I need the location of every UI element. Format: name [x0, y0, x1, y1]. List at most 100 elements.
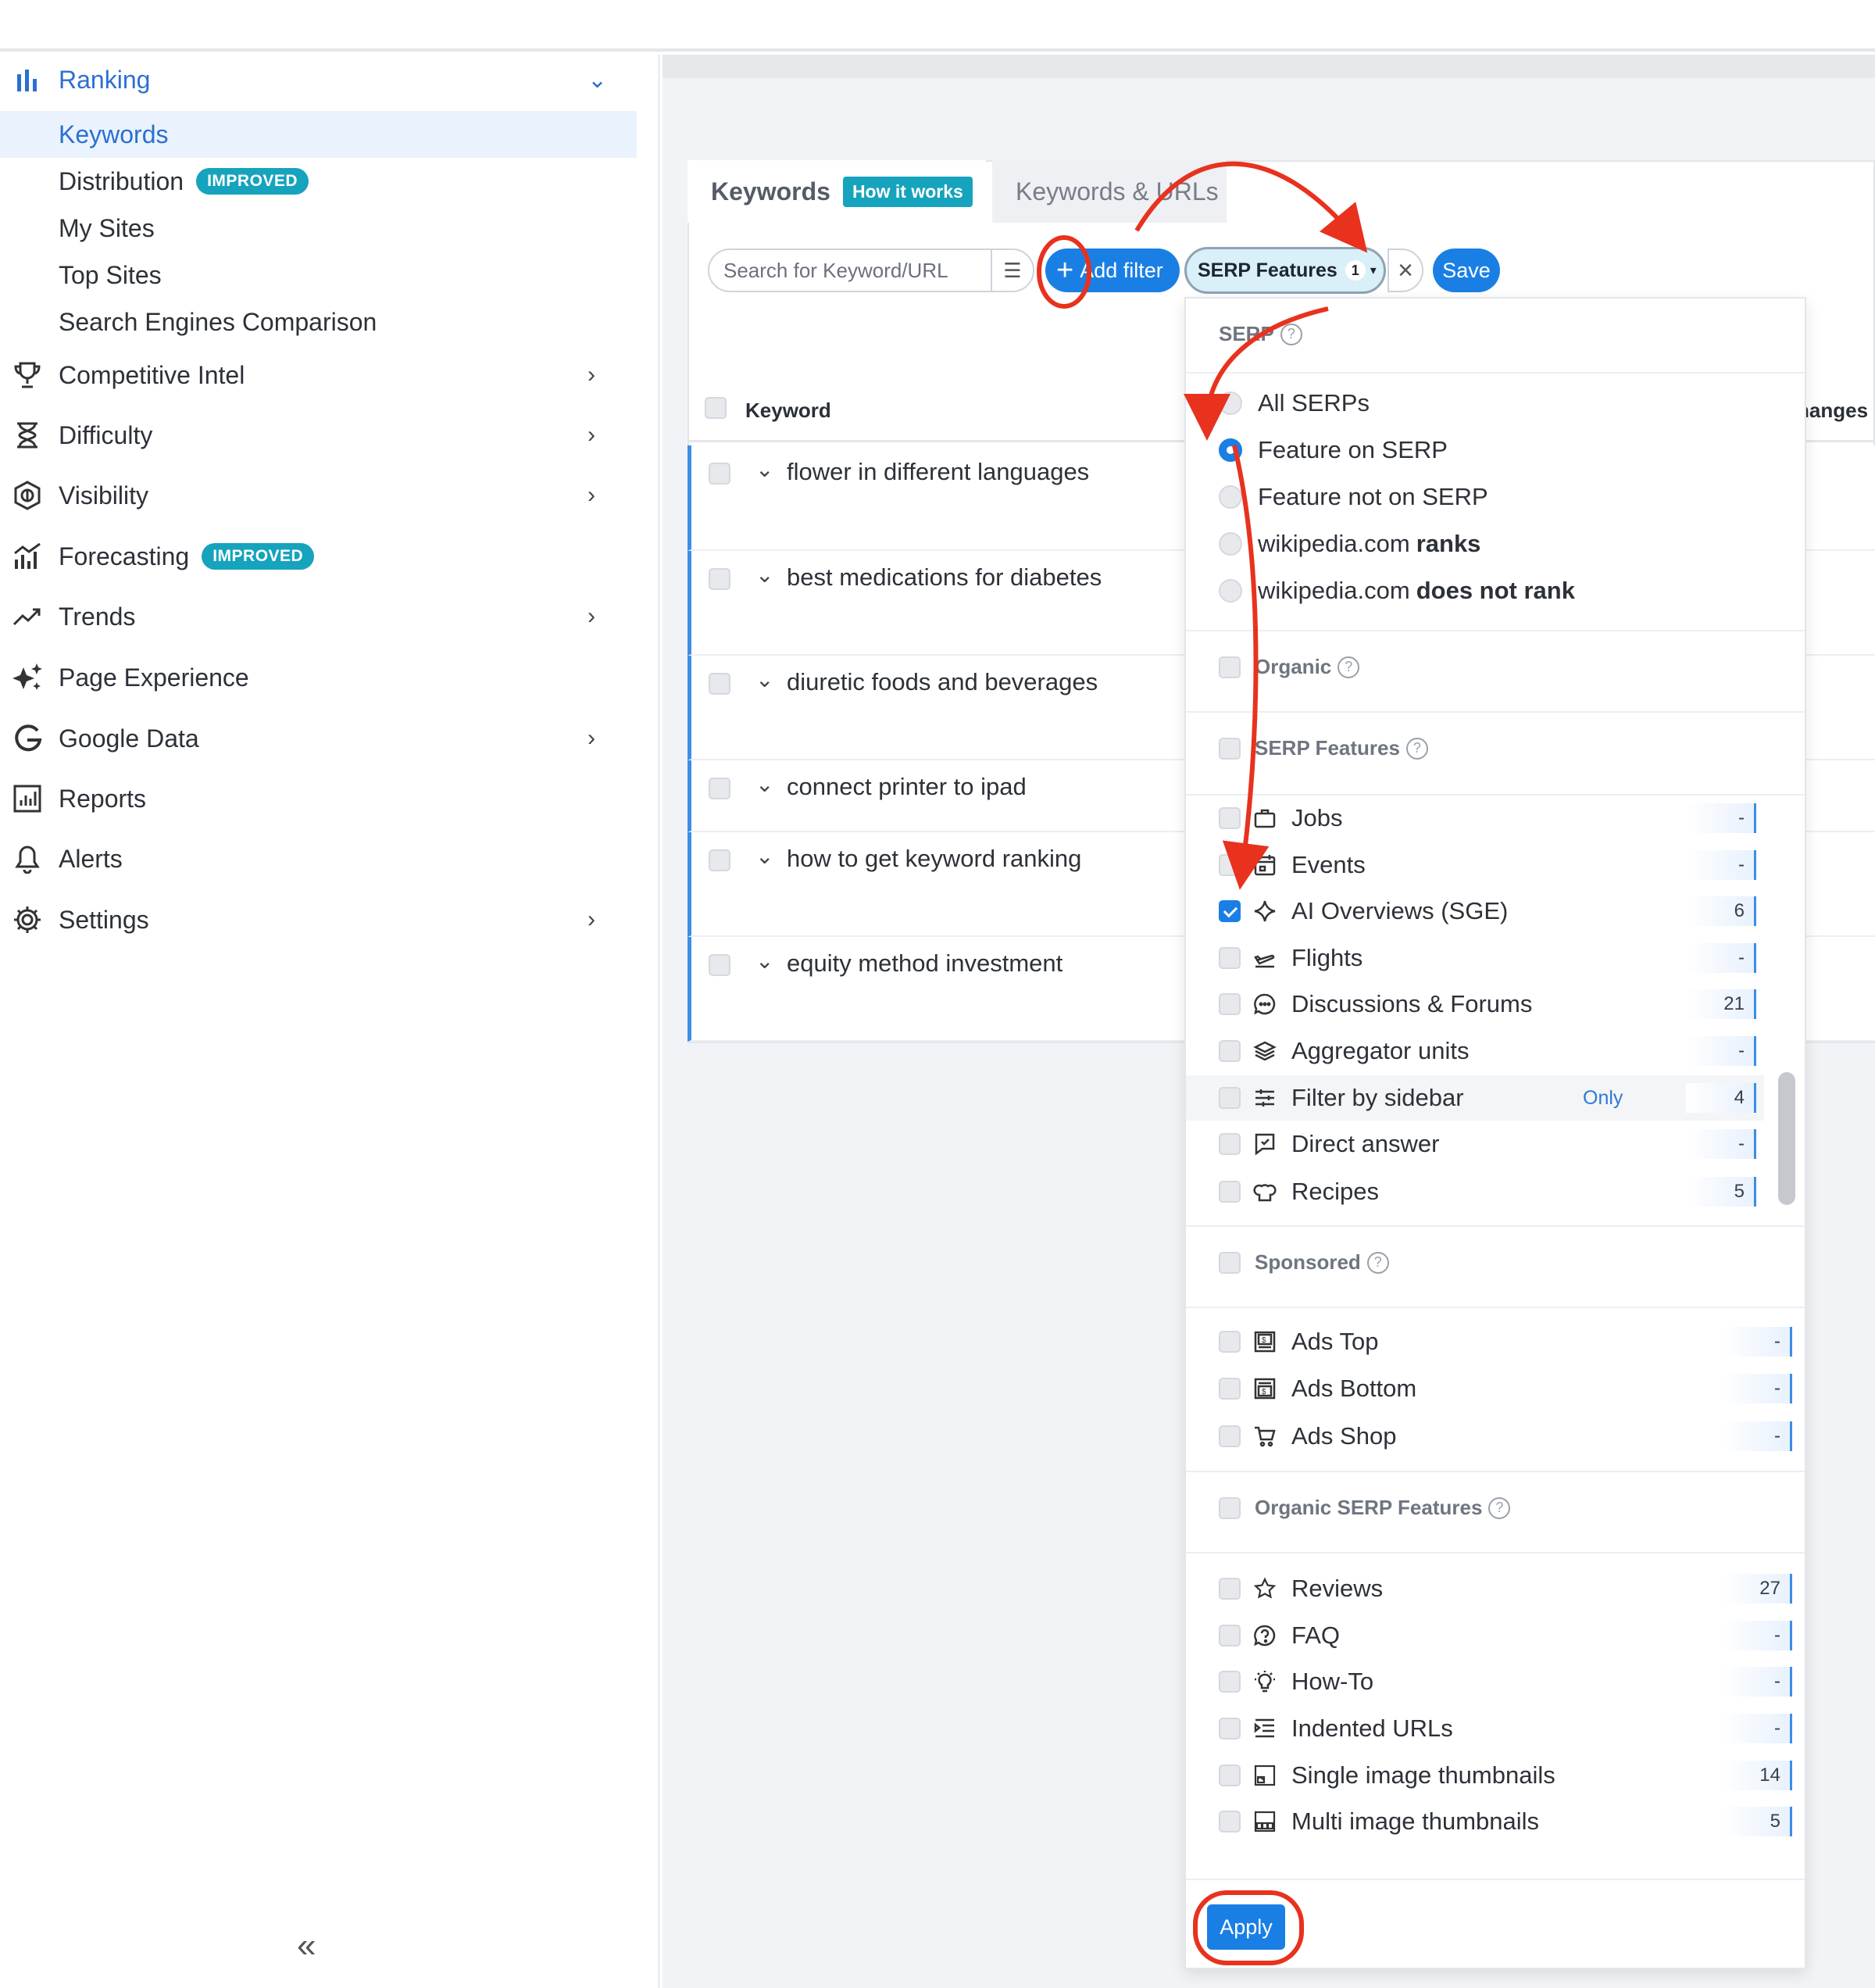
radio-button-selected[interactable]	[1219, 438, 1242, 462]
sidebar-item-reports[interactable]: Reports	[0, 774, 625, 824]
feature-row-multi-image[interactable]: Multi image thumbnails 5	[1186, 1799, 1792, 1844]
apply-button[interactable]: Apply	[1207, 1904, 1285, 1950]
chevron-down-icon[interactable]: ⌄	[755, 562, 773, 588]
help-icon[interactable]: ?	[1405, 737, 1428, 760]
feature-checkbox[interactable]	[1219, 1765, 1241, 1786]
feature-checkbox[interactable]	[1219, 807, 1241, 829]
keyword-column-header[interactable]: Keyword	[745, 399, 831, 423]
feature-checkbox[interactable]	[1219, 1040, 1241, 1062]
feature-row-reviews[interactable]: Reviews 27	[1186, 1566, 1792, 1611]
feature-row-direct-answer[interactable]: Direct answer -	[1186, 1121, 1764, 1167]
tab-keywords-urls[interactable]: Keywords & URLs	[992, 160, 1227, 223]
serp-features-checkbox[interactable]	[1219, 737, 1241, 760]
feature-checkbox[interactable]	[1219, 1625, 1241, 1647]
row-checkbox[interactable]	[709, 463, 730, 484]
radio-wikipedia-ranks[interactable]: wikipedia.com ranks	[1219, 522, 1480, 566]
feature-row-single-image[interactable]: Single image thumbnails 14	[1186, 1753, 1792, 1798]
organic-checkbox[interactable]	[1219, 656, 1241, 678]
help-icon[interactable]: ?	[1366, 1251, 1389, 1274]
list-view-button[interactable]: ☰	[991, 248, 1034, 292]
sidebar-subitem-keywords[interactable]: Keywords	[0, 111, 637, 158]
feature-row-indented-urls[interactable]: Indented URLs -	[1186, 1706, 1792, 1751]
tab-keywords[interactable]: Keywords How it works	[688, 160, 986, 223]
feature-checkbox[interactable]	[1219, 1133, 1241, 1155]
feature-row-how-to[interactable]: How-To -	[1186, 1659, 1792, 1704]
feature-row-recipes[interactable]: Recipes 5	[1186, 1169, 1764, 1214]
collapse-sidebar-icon[interactable]: «	[297, 1926, 316, 1965]
organic-serp-features-section-title[interactable]: Organic SERP Features ?	[1219, 1496, 1511, 1520]
feature-checkbox[interactable]	[1219, 1671, 1241, 1693]
chevron-down-icon[interactable]: ⌄	[755, 948, 773, 974]
feature-checkbox[interactable]	[1219, 1718, 1241, 1740]
feature-checkbox[interactable]	[1219, 1425, 1241, 1447]
save-button[interactable]: Save	[1433, 248, 1500, 292]
feature-row-ads-shop[interactable]: Ads Shop -	[1186, 1414, 1792, 1459]
sidebar-item-page-experience[interactable]: Page Experience	[0, 653, 625, 703]
how-it-works-badge[interactable]: How it works	[842, 176, 973, 207]
feature-row-jobs[interactable]: Jobs -	[1186, 796, 1764, 841]
chevron-down-icon[interactable]: ⌄	[755, 771, 773, 797]
serp-features-filter-chip[interactable]: SERP Features 1 ▾	[1184, 247, 1386, 294]
radio-button[interactable]	[1219, 579, 1242, 602]
feature-row-flights[interactable]: Flights -	[1186, 935, 1764, 981]
feature-row-ai-overviews[interactable]: AI Overviews (SGE) 6	[1186, 889, 1764, 934]
sidebar-subitem-search-engines-comparison[interactable]: Search Engines Comparison	[0, 299, 637, 345]
feature-checkbox[interactable]	[1219, 1181, 1241, 1203]
feature-checkbox[interactable]	[1219, 1331, 1241, 1353]
only-link[interactable]: Only	[1583, 1087, 1623, 1110]
row-checkbox[interactable]	[709, 778, 730, 799]
feature-row-ads-top[interactable]: $ Ads Top -	[1186, 1319, 1792, 1364]
feature-checkbox[interactable]	[1219, 1378, 1241, 1400]
sidebar-item-visibility[interactable]: Visibility ›	[0, 470, 625, 520]
feature-checkbox[interactable]	[1219, 1578, 1241, 1600]
feature-checkbox[interactable]	[1219, 947, 1241, 969]
chevron-down-icon[interactable]: ⌄	[755, 667, 773, 692]
feature-row-faq[interactable]: FAQ -	[1186, 1613, 1792, 1658]
feature-checkbox-checked[interactable]	[1219, 900, 1241, 922]
row-checkbox[interactable]	[709, 954, 730, 976]
feature-checkbox[interactable]	[1219, 993, 1241, 1015]
sponsored-section-title[interactable]: Sponsored ?	[1219, 1250, 1389, 1275]
feature-row-filter-by-sidebar[interactable]: Filter by sidebar Only 4	[1186, 1075, 1764, 1121]
help-icon[interactable]: ?	[1488, 1496, 1511, 1519]
sidebar-subitem-distribution[interactable]: Distribution IMPROVED	[0, 158, 637, 205]
feature-row-discussions[interactable]: Discussions & Forums 21	[1186, 981, 1764, 1027]
sidebar-item-competitive-intel[interactable]: Competitive Intel ›	[0, 350, 625, 400]
feature-row-events[interactable]: Events -	[1186, 842, 1764, 888]
help-icon[interactable]: ?	[1338, 656, 1360, 678]
sidebar-item-ranking[interactable]: Ranking ⌄	[0, 55, 625, 105]
organic-section-title[interactable]: Organic ?	[1219, 655, 1360, 679]
changes-column-header[interactable]: hanges	[1797, 399, 1868, 423]
sidebar-item-google-data[interactable]: Google Data ›	[0, 713, 625, 763]
radio-button[interactable]	[1219, 532, 1242, 556]
sidebar-subitem-top-sites[interactable]: Top Sites	[0, 252, 637, 299]
radio-feature-on-serp[interactable]: Feature on SERP	[1219, 428, 1448, 472]
feature-checkbox[interactable]	[1219, 854, 1241, 876]
sidebar-item-settings[interactable]: Settings ›	[0, 895, 625, 945]
chevron-down-icon[interactable]: ⌄	[755, 843, 773, 869]
row-checkbox[interactable]	[709, 849, 730, 871]
chevron-down-icon[interactable]: ⌄	[755, 456, 773, 482]
sidebar-item-trends[interactable]: Trends ›	[0, 592, 625, 642]
sidebar-item-forecasting[interactable]: Forecasting IMPROVED	[0, 531, 625, 581]
radio-button[interactable]	[1219, 392, 1242, 415]
sponsored-checkbox[interactable]	[1219, 1251, 1241, 1274]
radio-wikipedia-does-not-rank[interactable]: wikipedia.com does not rank	[1219, 569, 1575, 613]
feature-row-ads-bottom[interactable]: $ Ads Bottom -	[1186, 1366, 1792, 1411]
feature-checkbox[interactable]	[1219, 1811, 1241, 1832]
serp-features-section-title[interactable]: SERP Features ?	[1219, 736, 1428, 760]
search-input[interactable]: Search for Keyword/URL	[708, 248, 993, 292]
scrollbar-thumb[interactable]	[1778, 1072, 1795, 1205]
sidebar-item-difficulty[interactable]: Difficulty ›	[0, 410, 625, 460]
sidebar-item-alerts[interactable]: Alerts	[0, 834, 625, 884]
select-all-checkbox[interactable]	[705, 397, 727, 419]
help-icon[interactable]: ?	[1280, 323, 1302, 345]
organic-serp-features-checkbox[interactable]	[1219, 1496, 1241, 1519]
sidebar-subitem-my-sites[interactable]: My Sites	[0, 205, 637, 252]
radio-all-serps[interactable]: All SERPs	[1219, 381, 1370, 425]
row-checkbox[interactable]	[709, 673, 730, 695]
radio-feature-not-on-serp[interactable]: Feature not on SERP	[1219, 475, 1488, 519]
feature-checkbox[interactable]	[1219, 1087, 1241, 1109]
feature-row-aggregator[interactable]: Aggregator units -	[1186, 1028, 1764, 1074]
row-checkbox[interactable]	[709, 568, 730, 590]
